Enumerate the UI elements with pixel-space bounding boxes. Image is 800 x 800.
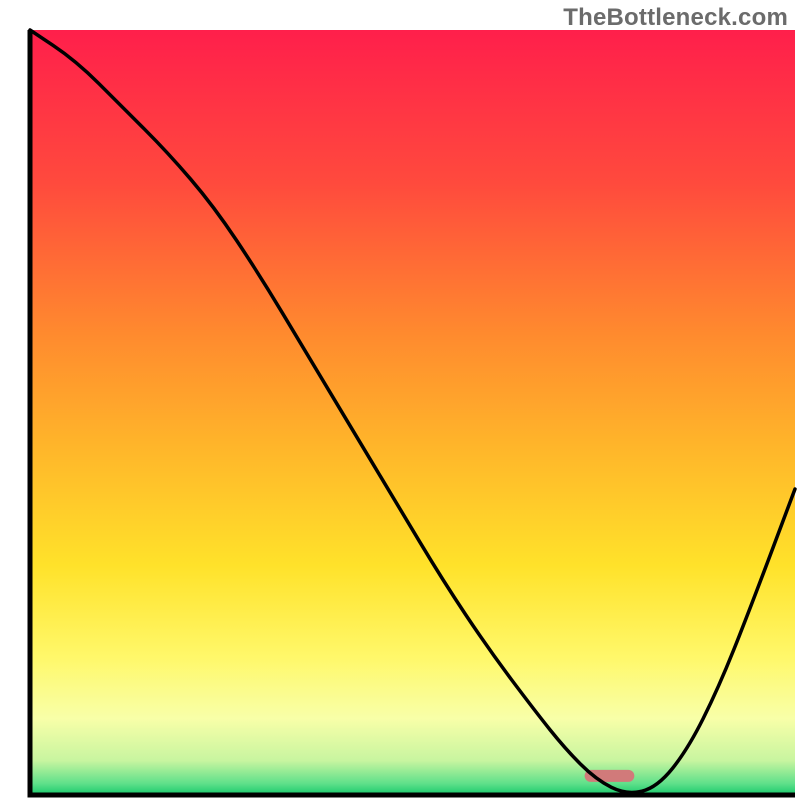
bottleneck-chart — [0, 0, 800, 800]
plot-background — [30, 30, 795, 795]
chart-container: TheBottleneck.com — [0, 0, 800, 800]
